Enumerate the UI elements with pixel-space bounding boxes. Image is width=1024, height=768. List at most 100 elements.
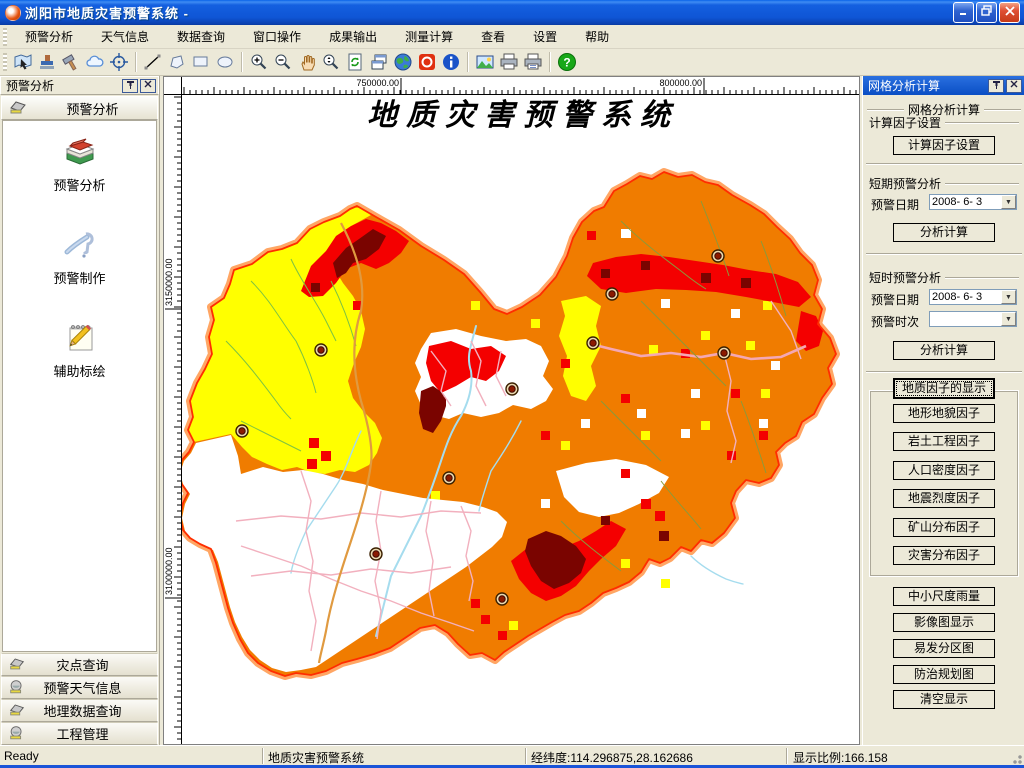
restore-icon bbox=[981, 5, 992, 16]
bar-geographic-data-query[interactable]: 地理数据查询 bbox=[1, 699, 158, 722]
toolbar-separator bbox=[135, 52, 137, 72]
toolbar-separator bbox=[241, 52, 243, 72]
bar-disaster-point-query[interactable]: 灾点查询 bbox=[1, 653, 158, 676]
menu-settings[interactable]: 设置 bbox=[519, 25, 571, 48]
right-panel-pin-button[interactable] bbox=[988, 78, 1004, 93]
minimize-button[interactable] bbox=[953, 2, 974, 23]
menu-help[interactable]: 帮助 bbox=[571, 25, 623, 48]
print-preview-icon[interactable] bbox=[521, 50, 545, 74]
warning-produce-tool-icon bbox=[64, 232, 94, 258]
legend-image-icon[interactable] bbox=[473, 50, 497, 74]
menubar-grip[interactable] bbox=[3, 27, 7, 46]
info-icon[interactable] bbox=[439, 50, 463, 74]
minimize-icon bbox=[959, 13, 966, 15]
status-divider bbox=[786, 748, 788, 764]
prevention-plan-button[interactable]: 防治规划图 bbox=[893, 665, 995, 684]
draw-rectangle-icon[interactable] bbox=[189, 50, 213, 74]
weather-device-icon bbox=[8, 725, 26, 743]
map-select-icon[interactable] bbox=[11, 50, 35, 74]
toolbar-grip[interactable] bbox=[3, 53, 7, 71]
globe-icon[interactable] bbox=[391, 50, 415, 74]
menu-window-ops[interactable]: 窗口操作 bbox=[239, 25, 315, 48]
draw-ellipse-icon[interactable] bbox=[213, 50, 237, 74]
scanner-icon bbox=[8, 99, 28, 118]
print-icon[interactable] bbox=[497, 50, 521, 74]
short-time-date-combo[interactable]: 2008- 6- 3 ▼ bbox=[929, 289, 1017, 305]
svg-text:?: ? bbox=[563, 56, 570, 70]
tool-label: 辅助标绘 bbox=[53, 364, 106, 379]
rainfall-scale-button[interactable]: 中小尺度雨量 bbox=[893, 587, 995, 606]
factor-setting-button[interactable]: 计算因子设置 bbox=[893, 136, 995, 155]
right-panel-title: 网格分析计算 bbox=[868, 79, 941, 93]
tool-warning-analysis[interactable]: 预警分析 bbox=[3, 135, 156, 194]
menu-measure-calc[interactable]: 测量计算 bbox=[391, 25, 467, 48]
chevron-down-icon[interactable]: ▼ bbox=[1001, 195, 1016, 209]
disaster-factor-button[interactable]: 灾害分布因子 bbox=[893, 546, 995, 565]
short-time-analyze-button[interactable]: 分析计算 bbox=[893, 341, 995, 360]
zoom-extent-icon[interactable] bbox=[319, 50, 343, 74]
geological-factor-display-button[interactable]: 地质因子的显示 bbox=[893, 378, 995, 399]
image-display-button[interactable]: 影像图显示 bbox=[893, 613, 995, 632]
zoom-in-icon[interactable] bbox=[247, 50, 271, 74]
population-factor-button[interactable]: 人口密度因子 bbox=[893, 461, 995, 480]
warning-analysis-header-bar[interactable]: 预警分析 bbox=[1, 96, 158, 120]
menu-view[interactable]: 查看 bbox=[467, 25, 519, 48]
chevron-down-icon[interactable]: ▼ bbox=[1001, 312, 1016, 326]
ruler-vertical: 3150000.00 3100000.00 bbox=[164, 95, 182, 744]
window-title: 浏阳市地质灾害预警系统 - bbox=[25, 6, 189, 21]
tool-label: 预警制作 bbox=[53, 271, 106, 286]
susceptibility-zone-button[interactable]: 易发分区图 bbox=[893, 639, 995, 658]
svg-text:3100000.00: 3100000.00 bbox=[164, 547, 174, 595]
right-panel-close-button[interactable] bbox=[1006, 78, 1022, 93]
tool-label: 预警分析 bbox=[53, 178, 106, 193]
bar-project-management[interactable]: 工程管理 bbox=[1, 722, 158, 745]
hammer-icon[interactable] bbox=[59, 50, 83, 74]
close-button[interactable] bbox=[999, 2, 1020, 23]
cascade-windows-icon[interactable] bbox=[367, 50, 391, 74]
pin-icon bbox=[992, 80, 1000, 89]
stop-icon[interactable] bbox=[415, 50, 439, 74]
geotech-factor-button[interactable]: 岩土工程因子 bbox=[893, 432, 995, 451]
seismic-factor-button[interactable]: 地震烈度因子 bbox=[893, 489, 995, 508]
warning-analysis-book-icon bbox=[65, 138, 94, 165]
svg-text:3150000.00: 3150000.00 bbox=[164, 258, 174, 306]
draw-line-icon[interactable] bbox=[141, 50, 165, 74]
draw-polygon-icon[interactable] bbox=[165, 50, 189, 74]
help-icon[interactable]: ? bbox=[555, 50, 579, 74]
tool-auxiliary-plot[interactable]: 辅助标绘 bbox=[3, 319, 156, 380]
left-panel-pin-button[interactable] bbox=[122, 78, 138, 93]
status-divider bbox=[262, 748, 264, 764]
map-canvas[interactable]: 地质灾害预警系统 bbox=[182, 95, 859, 744]
mine-factor-button[interactable]: 矿山分布因子 bbox=[893, 518, 995, 537]
menu-weather-info[interactable]: 天气信息 bbox=[87, 25, 163, 48]
terrain-factor-button[interactable]: 地形地貌因子 bbox=[893, 404, 995, 423]
toolbar: ? bbox=[0, 49, 1024, 76]
stamp-icon[interactable] bbox=[35, 50, 59, 74]
restore-button[interactable] bbox=[976, 2, 997, 23]
menu-warning-analysis[interactable]: 预警分析 bbox=[11, 25, 87, 48]
window-titlebar: 浏阳市地质灾害预警系统 - bbox=[0, 0, 1024, 25]
warning-analysis-toolbox: 预警分析 预警制作 辅助标绘 bbox=[2, 120, 157, 652]
short-term-date-combo[interactable]: 2008- 6- 3 ▼ bbox=[929, 194, 1017, 210]
bar-label: 灾点查询 bbox=[56, 658, 109, 673]
menu-data-query[interactable]: 数据查询 bbox=[163, 25, 239, 48]
menu-result-output[interactable]: 成果输出 bbox=[315, 25, 391, 48]
resize-grip[interactable] bbox=[1010, 752, 1022, 764]
chevron-down-icon[interactable]: ▼ bbox=[1001, 290, 1016, 304]
refresh-view-icon[interactable] bbox=[343, 50, 367, 74]
crosshair-icon[interactable] bbox=[107, 50, 131, 74]
clear-display-button[interactable]: 清空显示 bbox=[893, 690, 995, 709]
short-term-analyze-button[interactable]: 分析计算 bbox=[893, 223, 995, 242]
cloud-icon[interactable] bbox=[83, 50, 107, 74]
zoom-out-icon[interactable] bbox=[271, 50, 295, 74]
scanner-icon bbox=[8, 656, 26, 674]
svg-text:750000.00: 750000.00 bbox=[356, 78, 399, 88]
left-panel-close-button[interactable] bbox=[140, 78, 156, 93]
tool-warning-produce[interactable]: 预警制作 bbox=[3, 226, 156, 287]
toolbar-separator bbox=[467, 52, 469, 72]
short-time-period-combo[interactable]: ▼ bbox=[929, 311, 1017, 327]
pan-hand-icon[interactable] bbox=[295, 50, 319, 74]
bar-warning-weather-info[interactable]: 预警天气信息 bbox=[1, 676, 158, 699]
app-icon bbox=[5, 4, 21, 21]
close-icon bbox=[1004, 6, 1015, 16]
